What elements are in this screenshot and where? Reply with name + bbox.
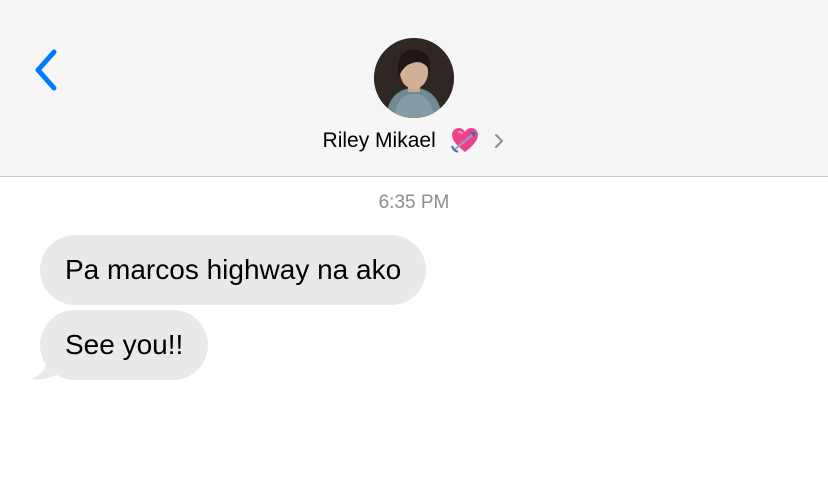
conversation-header: Riley Mikael <box>0 0 828 177</box>
back-button[interactable] <box>28 46 64 94</box>
chevron-left-icon <box>35 49 57 91</box>
message-bubble[interactable]: Pa marcos highway na ako <box>40 235 427 305</box>
contact-name: Riley Mikael <box>322 129 436 152</box>
message-timestamp: 6:35 PM <box>378 192 450 213</box>
contact-title[interactable]: Riley Mikael <box>0 126 828 156</box>
heart-with-arrow-icon <box>450 128 478 153</box>
chevron-right-icon <box>495 134 504 148</box>
message-text: See you!! <box>65 329 184 360</box>
message-text: Pa marcos highway na ako <box>65 254 402 285</box>
message-bubble[interactable]: See you!! <box>40 310 209 380</box>
contact-avatar[interactable] <box>374 38 454 118</box>
